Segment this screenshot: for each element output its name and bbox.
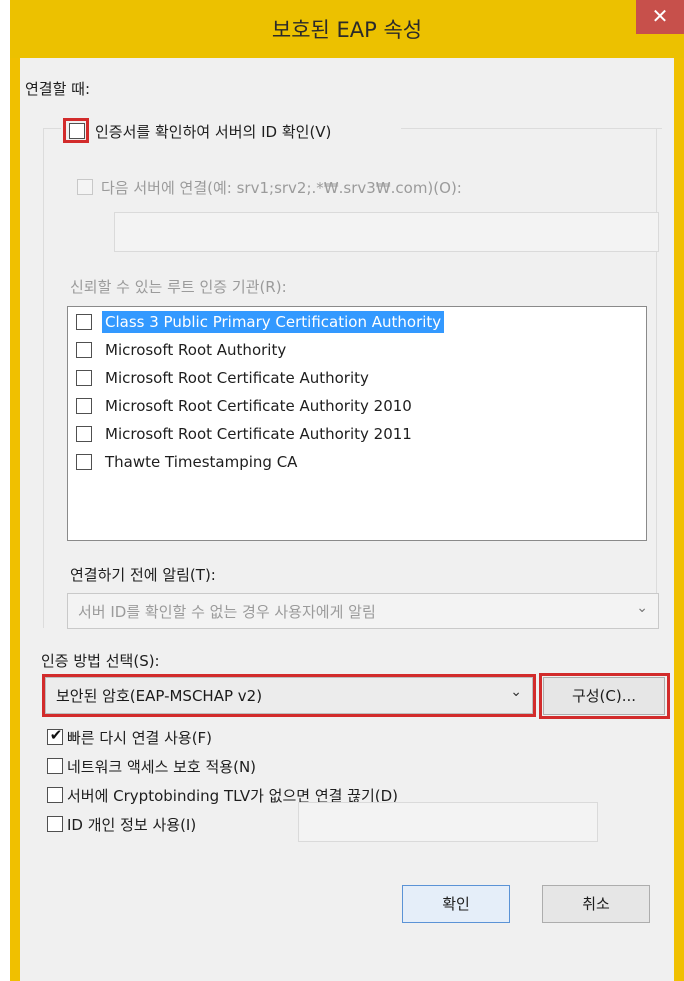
- root-checkbox[interactable]: [76, 454, 92, 470]
- check-icon: ✔: [49, 726, 63, 744]
- root-label: Thawte Timestamping CA: [105, 453, 298, 471]
- dialog-body: 연결할 때: 인증서를 확인하여 서버의 ID 확인(V) 다음 서버에 연결(…: [20, 58, 674, 981]
- notify-select[interactable]: 서버 ID를 확인할 수 없는 경우 사용자에게 알림 ⌄: [67, 593, 659, 629]
- auth-method-label: 인증 방법 선택(S):: [41, 652, 160, 670]
- identity-privacy-row[interactable]: ID 개인 정보 사용(I): [47, 812, 287, 836]
- connect-servers-checkbox[interactable]: [77, 179, 93, 195]
- close-button[interactable]: ✕: [636, 0, 684, 34]
- connect-header: 연결할 때:: [25, 80, 91, 98]
- list-item[interactable]: Microsoft Root Certificate Authority 201…: [76, 421, 636, 447]
- root-checkbox[interactable]: [76, 314, 92, 330]
- list-item[interactable]: Microsoft Root Authority: [76, 337, 636, 363]
- list-item[interactable]: Microsoft Root Certificate Authority 201…: [76, 393, 636, 419]
- root-checkbox[interactable]: [76, 370, 92, 386]
- highlight-verify-cert: [63, 118, 89, 143]
- verify-cert-row[interactable]: 인증서를 확인하여 서버의 ID 확인(V): [61, 118, 401, 144]
- root-label: Microsoft Root Certificate Authority 201…: [105, 397, 412, 415]
- fast-reconnect-checkbox[interactable]: ✔: [47, 726, 63, 745]
- list-item[interactable]: Class 3 Public Primary Certification Aut…: [76, 309, 636, 335]
- root-checkbox[interactable]: [76, 342, 92, 358]
- nap-checkbox[interactable]: [47, 758, 63, 774]
- root-checkbox[interactable]: [76, 426, 92, 442]
- trusted-root-label: 신뢰할 수 있는 루트 인증 기관(R):: [70, 278, 287, 296]
- peap-properties-window: 보호된 EAP 속성 ✕ 연결할 때: 인증서를 확인하여 서버의 ID 확인(…: [10, 0, 684, 981]
- connect-servers-row: 다음 서버에 연결(예: srv1;srv2;.*₩.srv3₩.com)(O)…: [77, 176, 637, 200]
- group-frame-left: [43, 128, 44, 628]
- title-bar[interactable]: 보호된 EAP 속성 ✕: [10, 0, 684, 58]
- trusted-root-list[interactable]: Class 3 Public Primary Certification Aut…: [67, 306, 647, 541]
- fast-reconnect-row[interactable]: ✔ 빠른 다시 연결 사용(F): [47, 725, 447, 749]
- verify-cert-label: 인증서를 확인하여 서버의 ID 확인(V): [95, 123, 332, 141]
- identity-privacy-label: ID 개인 정보 사용(I): [67, 816, 197, 834]
- notify-value: 서버 ID를 확인할 수 없는 경우 사용자에게 알림: [78, 603, 376, 621]
- group-frame-right: [656, 128, 657, 628]
- close-icon: ✕: [651, 4, 669, 28]
- notify-label: 연결하기 전에 알림(T):: [70, 566, 216, 584]
- list-item[interactable]: Microsoft Root Certificate Authority: [76, 365, 636, 391]
- connect-servers-label: 다음 서버에 연결(예: srv1;srv2;.*₩.srv3₩.com)(O)…: [101, 179, 462, 197]
- fast-reconnect-label: 빠른 다시 연결 사용(F): [67, 729, 213, 747]
- identity-input[interactable]: [298, 802, 598, 842]
- servers-input[interactable]: [114, 212, 659, 252]
- root-label: Microsoft Root Certificate Authority: [105, 369, 369, 387]
- nap-label: 네트워크 액세스 보호 적용(N): [67, 758, 257, 776]
- identity-privacy-checkbox[interactable]: [47, 816, 63, 832]
- root-label: Microsoft Root Authority: [105, 341, 287, 359]
- cryptobinding-checkbox[interactable]: [47, 787, 63, 803]
- root-label: Microsoft Root Certificate Authority 201…: [105, 425, 412, 443]
- window-title: 보호된 EAP 속성: [271, 18, 423, 42]
- ok-button[interactable]: 확인: [402, 885, 510, 923]
- root-label: Class 3 Public Primary Certification Aut…: [102, 311, 445, 333]
- highlight-configure: [539, 673, 670, 719]
- chevron-down-icon: ⌄: [636, 600, 648, 616]
- highlight-auth-method: [42, 674, 536, 717]
- cancel-button[interactable]: 취소: [542, 885, 650, 923]
- root-checkbox[interactable]: [76, 398, 92, 414]
- list-item[interactable]: Thawte Timestamping CA: [76, 449, 636, 475]
- nap-row[interactable]: 네트워크 액세스 보호 적용(N): [47, 754, 447, 778]
